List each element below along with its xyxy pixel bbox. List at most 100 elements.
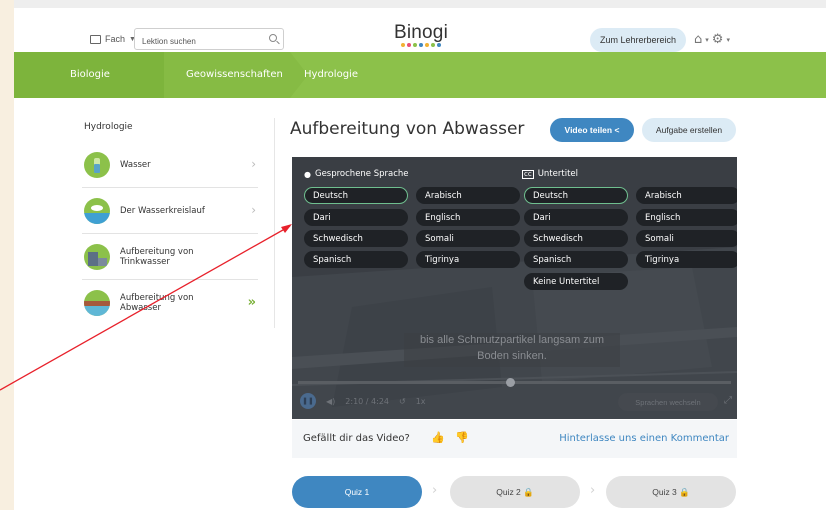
subtitle-language-option[interactable]: Schwedisch <box>524 230 628 247</box>
sidebar-title: Hydrologie <box>84 122 133 132</box>
breadcrumb-item-geowissenschaften[interactable]: Geowissenschaften <box>164 52 308 98</box>
logo-dot <box>413 43 417 47</box>
logo-dot <box>425 43 429 47</box>
spoken-language-option[interactable]: Spanisch <box>304 251 408 268</box>
wasserkreislauf-thumbnail <box>84 197 110 224</box>
wasser-thumbnail <box>84 151 110 178</box>
chevron-right-icon: › <box>590 483 596 498</box>
book-icon <box>90 34 101 44</box>
sidebar-item-wasser[interactable]: Wasser › <box>82 142 258 188</box>
caption-line: bis alle Schmutzpartikel langsam zum <box>419 334 605 346</box>
breadcrumb-item-biologie[interactable]: Biologie <box>14 52 182 98</box>
sidebar-item-label: Aufbereitung von Trinkwasser <box>120 246 194 267</box>
video-progress-bar[interactable] <box>298 378 731 387</box>
feedback-question: Gefällt dir das Video? <box>303 433 410 444</box>
feedback-bar: Gefällt dir das Video? 👍 👎 Hinterlasse u… <box>292 420 737 458</box>
chevron-down-icon: ▾ <box>726 35 730 44</box>
comment-link[interactable]: Hinterlasse uns einen Kommentar <box>559 433 729 444</box>
sidebar-item-label: Aufbereitung von Abwasser <box>120 293 194 313</box>
lesson-list: Wasser › Der Wasserkreislauf › Aufbereit… <box>82 142 258 326</box>
gear-icon[interactable]: ⚙ <box>712 32 724 47</box>
spoken-language-option[interactable]: Arabisch <box>416 187 520 204</box>
subtitle-language-option[interactable]: Somali <box>636 230 737 247</box>
subject-menu-label: Fach <box>105 34 126 44</box>
spoken-language-option[interactable]: Somali <box>416 230 520 247</box>
video-controls: ❚❚ ◀) 2:10 / 4:24 ↺ 1x <box>300 393 426 409</box>
binogi-logo[interactable]: Binogi <box>386 22 456 47</box>
playback-speed[interactable]: 1x <box>416 397 426 406</box>
sidebar-item-abwasser[interactable]: Aufbereitung von Abwasser » <box>82 280 258 326</box>
spoken-language-option[interactable]: Schwedisch <box>304 230 408 247</box>
quiz-3-button[interactable]: Quiz 3 🔒 <box>606 476 736 508</box>
quiz-3-label: Quiz 3 <box>652 486 677 497</box>
sidebar-divider <box>274 118 275 328</box>
spoken-language-option[interactable]: Deutsch <box>304 187 408 204</box>
quiz-2-button[interactable]: Quiz 2 🔒 <box>450 476 580 508</box>
share-icon: < <box>614 125 620 135</box>
logo-dot <box>419 43 423 47</box>
spoken-language-heading-label: Gesprochene Sprache <box>314 169 409 179</box>
breadcrumb: Biologie Geowissenschaften Hydrologie <box>14 52 826 98</box>
volume-icon[interactable]: ◀) <box>326 397 335 406</box>
share-video-button[interactable]: Video teilen < <box>550 118 634 142</box>
create-task-button[interactable]: Aufgabe erstellen <box>642 118 736 142</box>
sidebar-item-label: Wasser <box>120 159 151 170</box>
sidebar-item-trinkwasser[interactable]: Aufbereitung von Trinkwasser <box>82 234 258 280</box>
lock-icon: 🔒 <box>679 486 690 497</box>
double-chevron-right-icon: » <box>247 295 256 310</box>
subtitles-heading-label: Untertitel <box>537 169 578 179</box>
logo-text: Binogi <box>393 22 449 43</box>
spoken-language-option[interactable]: Englisch <box>416 209 520 226</box>
lock-icon: 🔒 <box>523 486 534 497</box>
subtitle-language-option[interactable]: Tigrinya <box>636 251 737 268</box>
logo-dot <box>437 43 441 47</box>
thumbs-down-icon[interactable]: 👎 <box>455 431 469 444</box>
replay-icon[interactable]: ↺ <box>399 397 406 406</box>
speech-bubble-icon: ● <box>304 169 311 179</box>
search-input[interactable] <box>135 31 255 52</box>
subtitle-language-option[interactable]: Spanisch <box>524 251 628 268</box>
chevron-right-icon: › <box>251 203 256 217</box>
logo-dot <box>431 43 435 47</box>
breadcrumb-item-hydrologie[interactable]: Hydrologie <box>304 52 358 98</box>
abwasser-thumbnail <box>84 290 110 316</box>
sidebar-item-wasserkreislauf[interactable]: Der Wasserkreislauf › <box>82 188 258 234</box>
chevron-down-icon: ▾ <box>705 35 709 44</box>
share-video-label: Video teilen <box>564 125 613 135</box>
quiz-2-label: Quiz 2 <box>496 486 521 497</box>
spoken-language-option[interactable]: Tigrinya <box>416 251 520 268</box>
teacher-area-button[interactable]: Zum Lehrerbereich <box>590 28 686 52</box>
trinkwasser-thumbnail <box>84 243 110 270</box>
logo-dot <box>407 43 411 47</box>
subtitle-language-option[interactable]: Englisch <box>636 209 737 226</box>
chevron-right-icon: › <box>432 483 438 498</box>
video-player[interactable]: ● Gesprochene Sprache cc Untertitel Deut… <box>292 157 737 419</box>
page-title: Aufbereitung von Abwasser <box>290 119 525 139</box>
subtitle-language-option[interactable]: Deutsch <box>524 187 628 204</box>
logo-dot <box>401 43 405 47</box>
home-icon[interactable]: ⌂ <box>694 32 702 47</box>
subject-menu[interactable]: Fach ▼ <box>90 34 136 44</box>
fullscreen-icon[interactable]: ⤢ <box>724 395 732 406</box>
top-header: Fach ▼ Binogi Zum Lehrerbereich ⌂ ▾ ⚙ ▾ <box>14 0 826 52</box>
thumbs-up-icon[interactable]: 👍 <box>431 431 445 444</box>
video-time: 2:10 / 4:24 <box>345 396 389 406</box>
pause-icon[interactable]: ❚❚ <box>300 393 316 409</box>
video-caption: bis alle Schmutzpartikel langsam zum Bod… <box>402 332 622 364</box>
subtitle-language-option[interactable]: Arabisch <box>636 187 737 204</box>
page: Fach ▼ Binogi Zum Lehrerbereich ⌂ ▾ ⚙ ▾ … <box>14 0 826 510</box>
subtitle-language-option[interactable]: Dari <box>524 209 628 226</box>
header-icons: ⌂ ▾ ⚙ ▾ <box>694 32 730 47</box>
search-icon[interactable] <box>269 34 277 42</box>
sidebar-item-label: Der Wasserkreislauf <box>120 205 205 216</box>
chevron-right-icon: › <box>251 157 256 171</box>
subtitles-heading: cc Untertitel <box>522 169 578 179</box>
subtitle-language-option[interactable]: Keine Untertitel <box>524 273 628 290</box>
switch-language-button[interactable]: Sprachen wechseln <box>618 393 718 411</box>
spoken-language-heading: ● Gesprochene Sprache <box>304 169 409 179</box>
spoken-language-option[interactable]: Dari <box>304 209 408 226</box>
search-box <box>134 28 284 52</box>
subtitles-icon: cc <box>522 169 534 179</box>
caption-line: Boden sinken. <box>477 350 547 362</box>
quiz-1-button[interactable]: Quiz 1 <box>292 476 422 508</box>
